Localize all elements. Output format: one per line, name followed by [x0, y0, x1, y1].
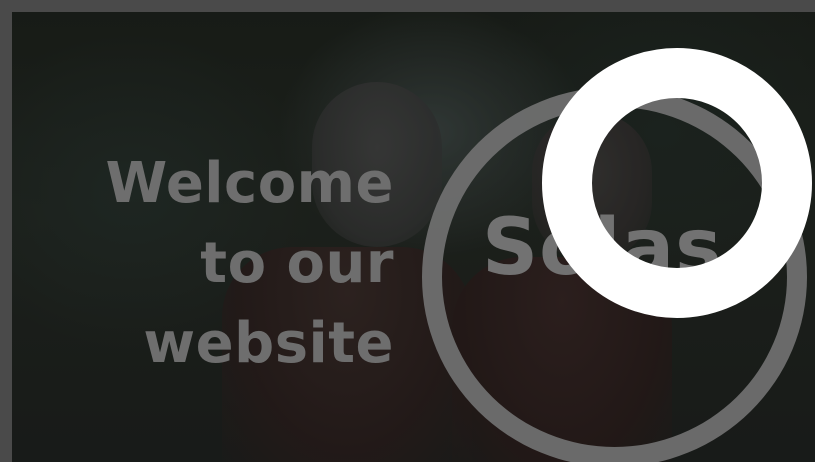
- welcome-line-1: Welcome: [105, 151, 394, 216]
- video-frame: Welcome to our website Solas: [0, 0, 815, 462]
- loading-ring-icon[interactable]: [542, 48, 812, 318]
- welcome-line-3: website: [143, 311, 394, 376]
- welcome-line-2: to our: [200, 231, 394, 296]
- welcome-text: Welcome to our website: [64, 144, 394, 384]
